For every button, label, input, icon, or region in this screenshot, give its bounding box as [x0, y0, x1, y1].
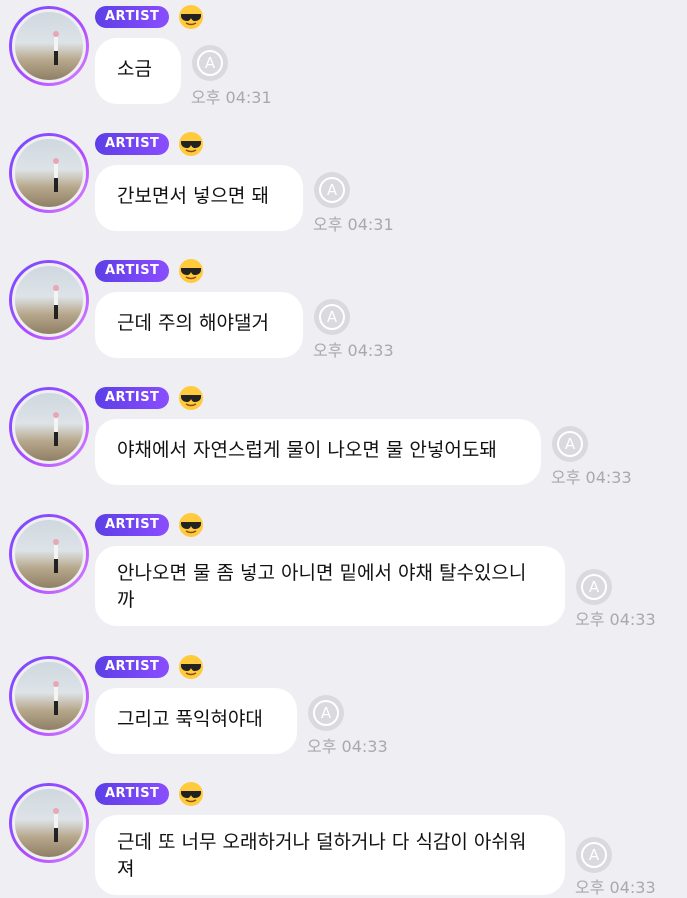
- artist-figure-icon: [53, 539, 59, 573]
- message-text: 안나오면 물 좀 넣고 아니면 밑에서 야채 탈수있으니까: [117, 562, 527, 611]
- message-bubble: 간보면서 넣으면 돼: [95, 165, 303, 231]
- artist-badge: ARTIST: [95, 6, 170, 28]
- message-time: 오후 04:31: [191, 88, 272, 107]
- avatar[interactable]: [9, 260, 89, 340]
- message-text: 그리고 푹익혀야대: [117, 708, 263, 730]
- message-row: ARTIST 소금 A 오후 04:31: [0, 0, 687, 120]
- sunglasses-emoji-icon: [179, 132, 203, 156]
- svg-text:A: A: [321, 704, 332, 722]
- message-bubble: 근데 주의 해야댈거: [95, 292, 303, 358]
- avatar[interactable]: [9, 6, 89, 86]
- message-text: 근데 주의 해야댈거: [117, 312, 269, 334]
- artist-figure-icon: [53, 412, 59, 446]
- artist-badge: ARTIST: [95, 260, 170, 282]
- svg-text:A: A: [205, 54, 216, 72]
- avatar[interactable]: [9, 133, 89, 213]
- message-time: 오후 04:33: [551, 468, 632, 487]
- translate-icon[interactable]: A: [575, 836, 613, 874]
- artist-badge: ARTIST: [95, 783, 170, 805]
- message-bubble: 야채에서 자연스럽게 물이 나오면 물 안넣어도돼: [95, 419, 541, 485]
- avatar[interactable]: [9, 783, 89, 863]
- artist-figure-icon: [53, 681, 59, 715]
- artist-figure-icon: [53, 31, 59, 65]
- message-text: 간보면서 넣으면 돼: [117, 185, 269, 207]
- message-bubble: 소금: [95, 38, 181, 104]
- sunglasses-emoji-icon: [179, 386, 203, 410]
- sunglasses-emoji-icon: [179, 5, 203, 29]
- message-text: 야채에서 자연스럽게 물이 나오면 물 안넣어도돼: [117, 439, 497, 461]
- translate-icon[interactable]: A: [551, 425, 589, 463]
- translate-icon[interactable]: A: [575, 568, 613, 606]
- message-time: 오후 04:33: [313, 341, 394, 360]
- message-time: 오후 04:33: [307, 737, 388, 756]
- message-bubble: 안나오면 물 좀 넣고 아니면 밑에서 야채 탈수있으니까: [95, 546, 565, 626]
- svg-text:A: A: [327, 308, 338, 326]
- artist-badge: ARTIST: [95, 656, 170, 678]
- artist-badge: ARTIST: [95, 387, 170, 409]
- message-time: 오후 04:31: [313, 215, 394, 234]
- message-time: 오후 04:33: [575, 610, 656, 629]
- sunglasses-emoji-icon: [179, 259, 203, 283]
- translate-icon[interactable]: A: [313, 171, 351, 209]
- svg-text:A: A: [327, 181, 338, 199]
- artist-badge: ARTIST: [95, 514, 170, 536]
- sunglasses-emoji-icon: [179, 655, 203, 679]
- artist-figure-icon: [53, 285, 59, 319]
- artist-badge: ARTIST: [95, 133, 170, 155]
- svg-text:A: A: [565, 435, 576, 453]
- svg-text:A: A: [589, 578, 600, 596]
- avatar[interactable]: [9, 387, 89, 467]
- translate-icon[interactable]: A: [313, 298, 351, 336]
- message-time: 오후 04:33: [575, 878, 656, 897]
- translate-icon[interactable]: A: [191, 44, 229, 82]
- message-text: 근데 또 너무 오래하거나 덜하거나 다 식감이 아쉬워져: [117, 831, 527, 880]
- message-bubble: 그리고 푹익혀야대: [95, 688, 297, 754]
- svg-text:A: A: [589, 846, 600, 864]
- message-text: 소금: [117, 58, 152, 80]
- translate-icon[interactable]: A: [307, 694, 345, 732]
- artist-figure-icon: [53, 808, 59, 842]
- message-bubble: 근데 또 너무 오래하거나 덜하거나 다 식감이 아쉬워져: [95, 815, 565, 895]
- sunglasses-emoji-icon: [179, 782, 203, 806]
- avatar[interactable]: [9, 514, 89, 594]
- avatar[interactable]: [9, 656, 89, 736]
- artist-figure-icon: [53, 158, 59, 192]
- sunglasses-emoji-icon: [179, 513, 203, 537]
